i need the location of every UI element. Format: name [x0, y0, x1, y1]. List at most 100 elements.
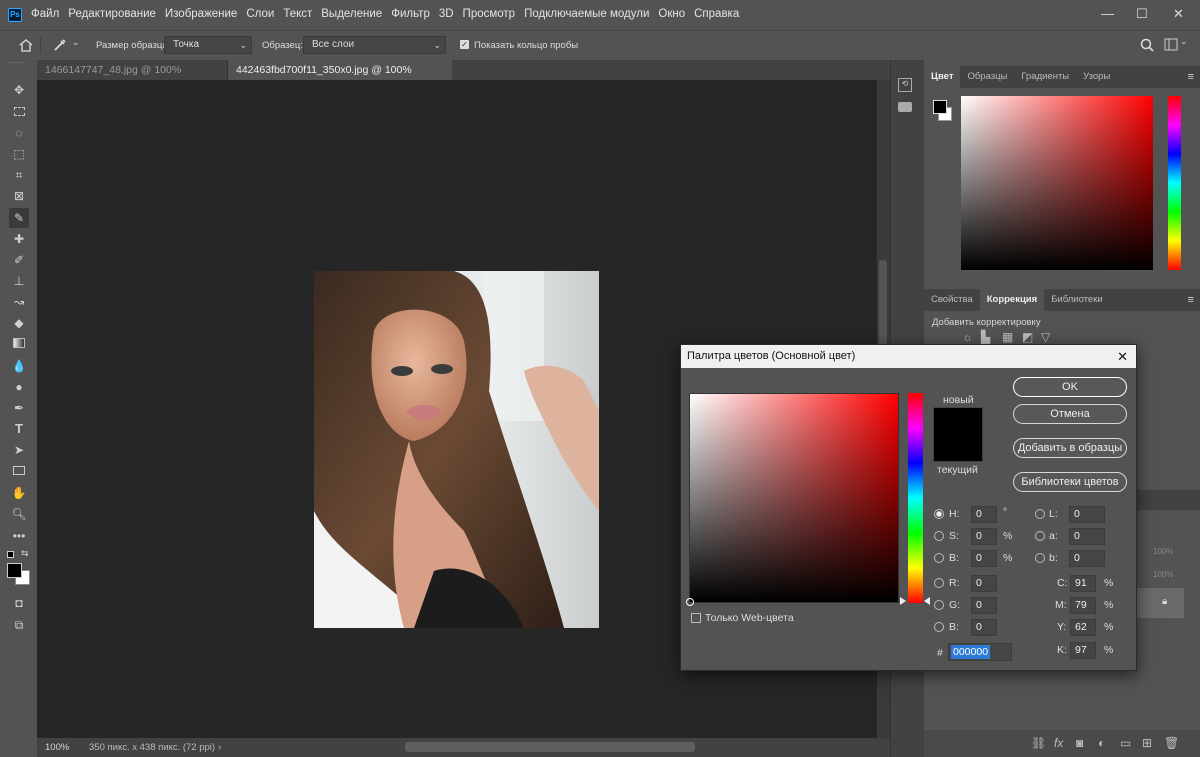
close-dialog-icon[interactable]: ✕ — [1117, 345, 1128, 368]
radio-red[interactable] — [934, 578, 944, 588]
sample-size-dropdown[interactable]: Точка ⌄ — [164, 36, 252, 54]
input-hue[interactable]: 0 — [971, 506, 997, 523]
curves-icon[interactable]: ▦ — [1002, 330, 1013, 344]
menu-filter[interactable]: Фильтр — [391, 8, 430, 20]
object-selection-tool-icon[interactable]: ⬚ — [9, 144, 29, 164]
show-ring-checkbox[interactable]: ✓ — [460, 40, 469, 49]
menu-type[interactable]: Текст — [283, 8, 312, 20]
radio-lightness[interactable] — [1035, 509, 1045, 519]
horizontal-scroll-thumb[interactable] — [405, 742, 695, 752]
new-adjustment-icon[interactable]: ◐ — [1098, 736, 1105, 750]
workspace-icon[interactable] — [1164, 38, 1178, 51]
menu-image[interactable]: Изображение — [165, 8, 237, 20]
opacity-value[interactable]: 100% — [1153, 547, 1173, 556]
input-black[interactable]: 97 — [1070, 642, 1096, 659]
crop-tool-icon[interactable]: ⌗ — [9, 165, 29, 185]
menu-3d[interactable]: 3D — [439, 8, 454, 20]
input-b[interactable]: 0 — [1069, 550, 1105, 567]
link-layers-icon[interactable]: ⛓ — [1031, 736, 1046, 750]
default-colors-icon[interactable] — [7, 551, 14, 558]
eraser-tool-icon[interactable]: ◆ — [9, 313, 29, 333]
cancel-button[interactable]: Отмена — [1013, 404, 1127, 424]
eyedropper-tool-icon[interactable] — [53, 38, 67, 52]
tab-libraries[interactable]: Библиотеки — [1044, 289, 1109, 311]
move-tool-icon[interactable]: ✥ — [9, 80, 29, 100]
type-tool-icon[interactable]: T — [9, 419, 29, 439]
lasso-tool-icon[interactable]: ◌ — [9, 123, 29, 143]
tab-properties[interactable]: Свойства — [924, 289, 980, 311]
history-brush-tool-icon[interactable]: ↝ — [9, 292, 29, 312]
hand-tool-icon[interactable]: ✋ — [9, 483, 29, 503]
foreground-color-swatch[interactable] — [7, 563, 22, 578]
radio-green[interactable] — [934, 600, 944, 610]
hue-slider-right-arrow[interactable] — [924, 597, 930, 605]
tab-patterns[interactable]: Узоры — [1076, 66, 1117, 88]
input-yellow[interactable]: 62 — [1070, 619, 1096, 636]
delete-layer-icon[interactable]: 🗑︎ — [1164, 736, 1179, 750]
quick-mask-icon[interactable]: ◘ — [9, 593, 29, 613]
ok-button[interactable]: OK — [1013, 377, 1127, 397]
tab-document-2[interactable]: 442463fbd700f11_350x0.jpg @ 100% (RGB/8#… — [227, 60, 452, 96]
tab-color[interactable]: Цвет — [924, 66, 961, 88]
radio-blue[interactable] — [934, 622, 944, 632]
exposure-icon[interactable]: ◩ — [1022, 330, 1033, 344]
workspace-chevron-icon[interactable]: ⌄ — [1180, 36, 1188, 47]
input-lightness[interactable]: 0 — [1069, 506, 1105, 523]
new-layer-icon[interactable]: ⊞ — [1142, 736, 1152, 750]
close-window-button[interactable]: ✕ — [1173, 6, 1184, 22]
color-field-cursor[interactable] — [686, 598, 694, 606]
input-saturation[interactable]: 0 — [971, 528, 997, 545]
path-selection-tool-icon[interactable]: ➤ — [9, 440, 29, 460]
add-to-swatches-button[interactable]: Добавить в образцы — [1013, 438, 1127, 458]
rectangle-tool-icon[interactable] — [9, 461, 29, 481]
add-mask-icon[interactable]: ◙ — [1076, 736, 1083, 750]
radio-b[interactable] — [1035, 553, 1045, 563]
radio-brightness[interactable] — [934, 553, 944, 563]
tab-swatches[interactable]: Образцы — [960, 66, 1014, 88]
minimize-button[interactable]: — — [1101, 6, 1114, 21]
tab-document-1[interactable]: 1466147747_48.jpg @ 100% (RGB/8#) — [37, 60, 227, 96]
fx-icon[interactable]: fx — [1054, 736, 1063, 750]
history-panel-icon[interactable]: ⟲ — [898, 78, 912, 92]
document-image[interactable] — [314, 271, 599, 628]
tab-gradients[interactable]: Градиенты — [1014, 66, 1076, 88]
healing-brush-tool-icon[interactable]: ✚ — [9, 229, 29, 249]
fill-value[interactable]: 100% — [1153, 570, 1173, 579]
menu-plugins[interactable]: Подключаемые модули — [524, 8, 649, 20]
frame-tool-icon[interactable]: ⊠ — [9, 186, 29, 206]
input-green[interactable]: 0 — [971, 597, 997, 614]
input-magenta[interactable]: 79 — [1070, 597, 1096, 614]
hue-slider-left-arrow[interactable] — [900, 597, 906, 605]
swap-colors-icon[interactable]: ⇆ — [21, 548, 29, 559]
dodge-tool-icon[interactable]: ● — [9, 377, 29, 397]
status-arrow-icon[interactable]: › — [218, 738, 221, 757]
comments-panel-icon[interactable] — [898, 102, 912, 112]
home-icon[interactable] — [18, 38, 34, 52]
more-tools-icon[interactable]: ••• — [9, 526, 29, 546]
web-only-checkbox[interactable] — [691, 613, 701, 623]
color-panel-hue-slider[interactable] — [1168, 96, 1181, 270]
gradient-map-icon[interactable]: ▽ — [1041, 330, 1050, 344]
input-cyan[interactable]: 91 — [1070, 575, 1096, 592]
menu-help[interactable]: Справка — [694, 8, 739, 20]
pen-tool-icon[interactable]: ✒ — [9, 398, 29, 418]
hue-slider[interactable] — [908, 393, 923, 603]
layer-row[interactable]: 🔒︎ — [1134, 588, 1184, 618]
panel-menu-icon[interactable]: ≡ — [1188, 66, 1194, 88]
menu-layers[interactable]: Слои — [246, 8, 274, 20]
sample-layers-dropdown[interactable]: Все слои ⌄ — [303, 36, 446, 54]
brush-tool-icon[interactable]: ✐ — [9, 250, 29, 270]
maximize-button[interactable]: ☐ — [1136, 6, 1148, 22]
menu-select[interactable]: Выделение — [321, 8, 382, 20]
gradient-tool-icon[interactable] — [9, 334, 29, 354]
input-a[interactable]: 0 — [1069, 528, 1105, 545]
radio-a[interactable] — [1035, 531, 1045, 541]
levels-icon[interactable]: ▙ — [981, 330, 990, 344]
zoom-level[interactable]: 100% — [45, 738, 69, 757]
tool-preset-chevron-icon[interactable]: ⌄ — [72, 37, 80, 48]
brightness-icon[interactable]: ☼ — [962, 330, 973, 344]
panel-foreground-swatch[interactable] — [933, 100, 947, 114]
input-red[interactable]: 0 — [971, 575, 997, 592]
screen-mode-icon[interactable]: ⧉ — [9, 615, 29, 635]
new-group-icon[interactable]: ▭ — [1120, 736, 1131, 750]
